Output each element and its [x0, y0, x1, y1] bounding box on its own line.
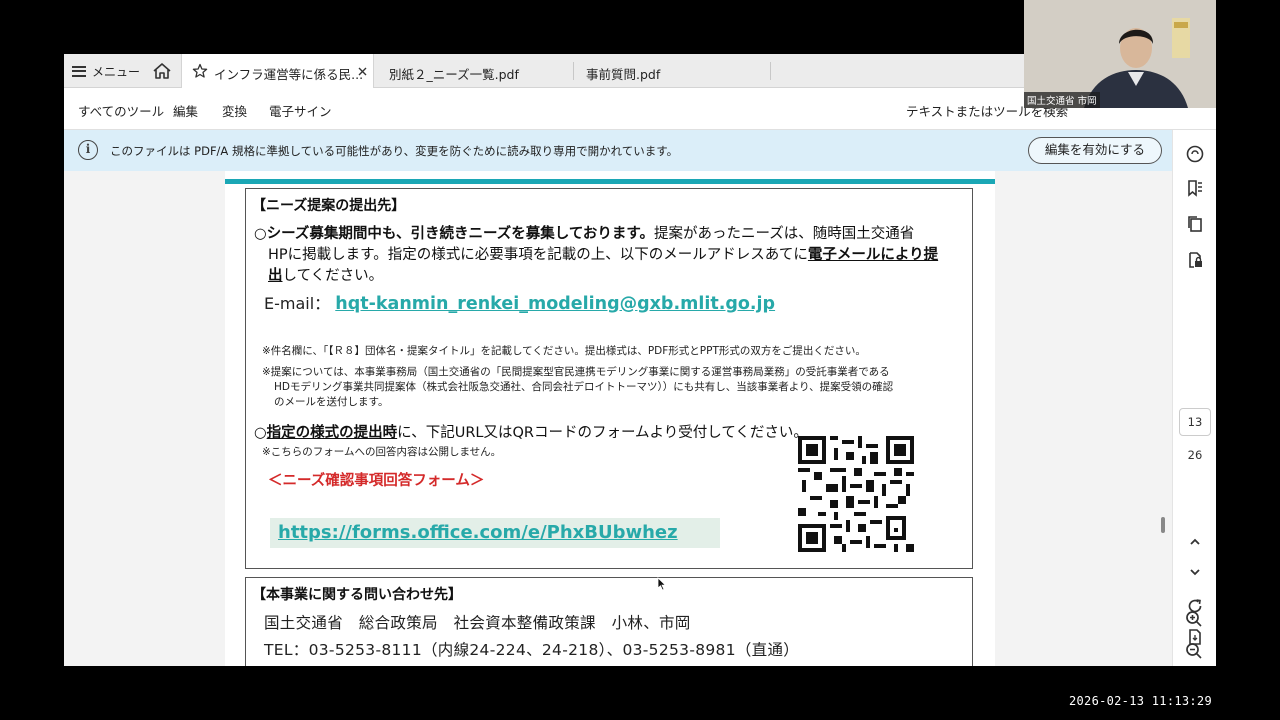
close-icon[interactable]: [358, 67, 367, 76]
paragraph-line: ○指定の様式の提出時に、下記URL又はQRコードのフォームより受付してください。: [254, 421, 808, 442]
total-pages: 26: [1187, 448, 1203, 462]
form-url-link[interactable]: https://forms.office.com/e/PhxBUbwhez: [278, 522, 678, 543]
pages-icon[interactable]: [1185, 214, 1205, 234]
tab-document-active[interactable]: インフラ運営等に係る民...: [181, 54, 374, 89]
note-text: のメールを送付します。: [274, 396, 389, 408]
email-label: E-mail：: [264, 294, 331, 313]
tab-label: 別紙２_ニーズ一覧.pdf: [389, 67, 519, 82]
comment-icon[interactable]: [1185, 144, 1205, 164]
tab-needs-list[interactable]: 別紙２_ニーズ一覧.pdf: [374, 54, 574, 88]
tab-divider: [770, 62, 771, 80]
contact-line: 国土交通省 総合政策局 社会資本整備政策課 小林、市岡: [264, 614, 691, 632]
bold-underlined-text: 指定の様式の提出時: [266, 425, 398, 441]
home-icon[interactable]: [152, 62, 172, 80]
paragraph-line: ○シーズ募集期間中も、引き続きニーズを募集しております。提案があったニーズは、随…: [254, 222, 914, 243]
enable-editing-button[interactable]: 編集を有効にする: [1028, 137, 1162, 164]
document-viewer[interactable]: 【ニーズ提案の提出先】 ○シーズ募集期間中も、引き続きニーズを募集しております。…: [64, 171, 1172, 666]
contact-section: 【本事業に関する問い合わせ先】 国土交通省 総合政策局 社会資本整備政策課 小林…: [245, 577, 973, 666]
contact-line: TEL：03-5253-8111（内線24-224、24-218）、03-525…: [264, 641, 800, 659]
tab-label: インフラ運営等に係る民...: [214, 67, 364, 82]
mouse-cursor-icon: [657, 577, 667, 591]
chevron-down-icon[interactable]: [1185, 562, 1205, 582]
text: に、下記URL又はQRコードのフォームより受付してください。: [397, 425, 808, 441]
paragraph-line: 出してください。: [268, 264, 383, 285]
url-highlight: https://forms.office.com/e/PhxBUbwhez: [270, 518, 720, 548]
bookmark-icon[interactable]: [1185, 178, 1205, 198]
tab-pre-questions[interactable]: 事前質問.pdf: [574, 54, 771, 88]
file-lock-icon[interactable]: [1185, 250, 1205, 270]
current-page-input[interactable]: 13: [1179, 408, 1211, 436]
section-heading: 【本事業に関する問い合わせ先】: [252, 587, 462, 603]
text: ○: [254, 425, 267, 441]
text: してください。: [282, 268, 384, 284]
menu-label: メニュー: [92, 64, 141, 79]
page-header-bar: [225, 179, 995, 184]
pdf-viewer-window: メニュー インフラ運営等に係る民... 別紙２_ニーズ一覧.pdf 事前質問.p…: [64, 54, 1216, 666]
text: 提案があったニーズは、随時国土交通省: [653, 226, 915, 242]
pdf-page: 【ニーズ提案の提出先】 ○シーズ募集期間中も、引き続きニーズを募集しております。…: [225, 171, 995, 666]
webcam-overlay: 国土交通省 市岡: [1024, 0, 1216, 108]
timestamp: 2026-02-13 11:13:29: [1069, 694, 1212, 708]
note-text: HDモデリング事業共同提案体（株式会社阪急交通社、合同会社デロイトトーマツ））に…: [274, 381, 894, 393]
form-title: ＜ニーズ確認事項回答フォーム＞: [268, 473, 485, 489]
bold-underlined-text: 電子メールにより提: [807, 247, 939, 263]
convert-button[interactable]: 変換: [222, 101, 247, 120]
email-link[interactable]: hqt-kanmin_renkei_modeling@gxb.mlit.go.j…: [335, 294, 775, 314]
edit-button[interactable]: 編集: [173, 101, 198, 120]
star-icon[interactable]: [192, 63, 208, 79]
e-sign-button[interactable]: 電子サイン: [269, 101, 332, 120]
read-only-banner: i このファイルは PDF/A 規格に準拠している可能性があり、変更を防ぐために…: [64, 130, 1216, 171]
zoom-out-icon[interactable]: [1184, 641, 1204, 661]
bold-underlined-text: 出: [268, 268, 283, 284]
note-text: ※こちらのフォームへの回答内容は公開しません。: [262, 446, 502, 458]
hamburger-icon: [72, 65, 86, 77]
note-text: ※件名欄に、「【Ｒ８】団体名・提案タイトル」を記載してください。提出様式は、PD…: [262, 345, 866, 357]
text: HPに掲載します。指定の様式に必要事項を記載の上、以下のメールアドレスあてに: [268, 247, 808, 263]
info-icon: i: [78, 140, 98, 160]
qr-code: [798, 436, 914, 552]
chevron-up-icon[interactable]: [1185, 532, 1205, 552]
participant-name-label: 国土交通省 市岡: [1024, 92, 1100, 108]
submission-section: 【ニーズ提案の提出先】 ○シーズ募集期間中も、引き続きニーズを募集しております。…: [245, 188, 973, 569]
paragraph-line: HPに掲載します。指定の様式に必要事項を記載の上、以下のメールアドレスあてに電子…: [268, 243, 938, 264]
all-tools-button[interactable]: すべてのツール: [78, 101, 164, 120]
scrollbar-thumb[interactable]: [1161, 517, 1165, 533]
right-tool-rail: 13 26: [1172, 130, 1216, 666]
section-heading: 【ニーズ提案の提出先】: [252, 198, 406, 214]
banner-message: このファイルは PDF/A 規格に準拠している可能性があり、変更を防ぐために読み…: [110, 144, 679, 158]
note-text: ※提案については、本事業事務局（国土交通省の「民間提案型官民連携モデリング事業に…: [262, 366, 890, 378]
zoom-in-icon[interactable]: [1184, 609, 1204, 629]
email-line: E-mail： hqt-kanmin_renkei_modeling@gxb.m…: [264, 290, 775, 314]
menu-button[interactable]: メニュー: [72, 54, 140, 88]
tab-label: 事前質問.pdf: [586, 67, 661, 82]
bold-text: ○シーズ募集期間中も、引き続きニーズを募集しております。: [254, 226, 654, 242]
